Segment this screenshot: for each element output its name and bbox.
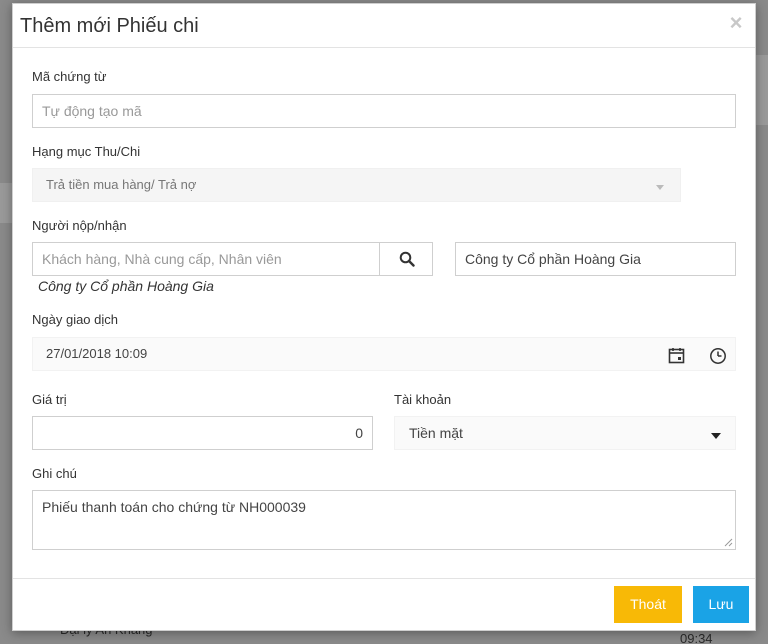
account-selected-value: Tiền mặt [409,425,463,441]
caret-down-icon [656,185,664,190]
background-panel-strip [756,55,768,125]
clock-icon[interactable] [709,347,727,365]
amount-input[interactable]: 0 [32,416,373,450]
payer-label: Người nộp/nhận [32,218,127,233]
resize-handle-icon[interactable] [724,538,733,547]
caret-down-icon [711,433,721,439]
save-button[interactable]: Lưu [693,586,749,623]
voucher-code-input[interactable]: Tự động tạo mã [32,94,736,128]
dialog-footer: Thoát Lưu [13,578,755,630]
transaction-date-value: 27/01/2018 10:09 [46,346,148,361]
search-icon [399,251,415,267]
amount-label: Giá trị [32,392,67,407]
add-payment-voucher-dialog: Thêm mới Phiếu chi × Mã chứng từ Tự động… [12,3,756,631]
exit-button[interactable]: Thoát [614,586,682,623]
note-label: Ghi chú [32,466,77,481]
dialog-title: Thêm mới Phiếu chi [20,15,199,37]
close-icon[interactable]: × [727,12,745,34]
category-select[interactable]: Trả tiền mua hàng/ Trả nợ [32,168,681,202]
background-panel-strip-left [0,183,12,223]
category-selected-value: Trả tiền mua hàng/ Trả nợ [46,177,197,192]
note-textarea[interactable]: Phiếu thanh toán cho chứng từ NH000039 [32,490,736,550]
payer-search-button[interactable] [379,242,433,276]
account-select[interactable]: Tiền mặt [394,416,736,450]
dialog-header: Thêm mới Phiếu chi × [13,4,755,48]
payer-selected-field[interactable]: Công ty Cổ phần Hoàng Gia [455,242,736,276]
calendar-icon[interactable] [668,347,685,364]
payer-selected-note: Công ty Cổ phần Hoàng Gia [38,278,214,294]
transaction-date-label: Ngày giao dịch [32,312,118,327]
payer-search-input[interactable]: Khách hàng, Nhà cung cấp, Nhân viên [32,242,382,276]
voucher-code-label: Mã chứng từ [32,69,107,84]
transaction-date-input[interactable]: 27/01/2018 10:09 [32,337,736,371]
background-row-time: 09:34 [680,631,713,644]
account-label: Tài khoản [394,392,452,407]
category-label: Hạng mục Thu/Chi [32,144,141,159]
